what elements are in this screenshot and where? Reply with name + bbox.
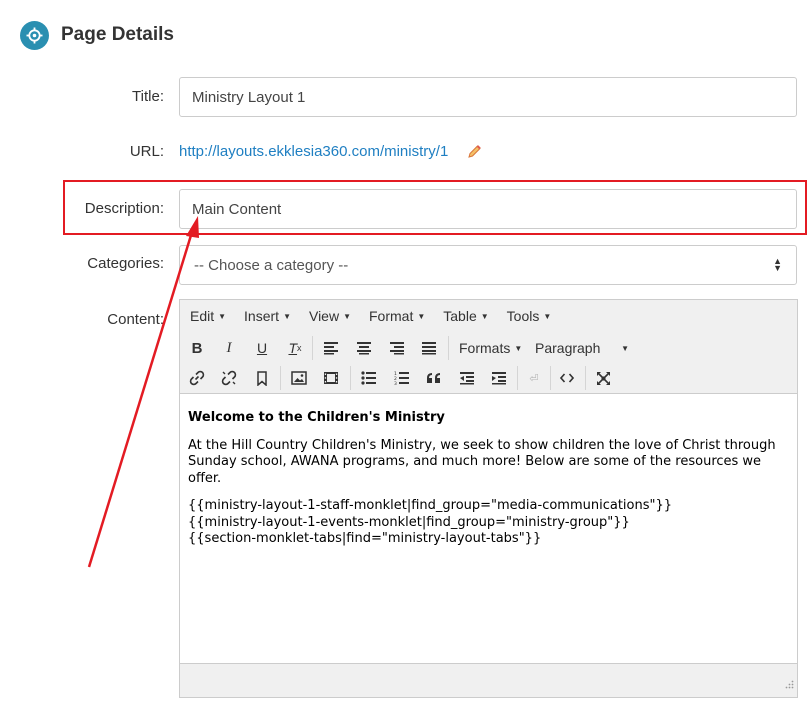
content-tag-line: {{ministry-layout-1-staff-monklet|find_g… [188, 498, 673, 513]
title-input[interactable]: Ministry Layout 1 [179, 77, 797, 117]
editor-content-area[interactable]: Welcome to the Children's Ministry At th… [180, 394, 797, 663]
align-justify-icon[interactable] [417, 336, 441, 360]
categories-label: Categories: [87, 255, 164, 272]
toolbar-separator [312, 336, 313, 360]
rich-text-editor: Edit ▼ Insert ▼ View ▼ Format ▼ Table ▼ Tools… [179, 299, 798, 698]
content-label: Content: [107, 311, 164, 328]
align-right-icon[interactable] [385, 336, 409, 360]
editor-toolbar: B I U Tx Formats ▼ Paragraph ▼ 1 2 3 ⏎ [180, 332, 797, 394]
menu-tools[interactable]: Tools ▼ [507, 308, 552, 324]
caret-down-icon: ▼ [543, 311, 552, 321]
align-center-icon[interactable] [352, 336, 376, 360]
underline-icon[interactable]: U [250, 336, 274, 360]
caret-down-icon: ▼ [621, 343, 629, 353]
menu-format[interactable]: Format ▼ [369, 308, 425, 324]
italic-icon[interactable]: I [217, 336, 241, 360]
bullet-list-icon[interactable] [357, 366, 381, 390]
caret-down-icon: ▼ [283, 311, 291, 321]
toolbar-separator [350, 366, 351, 390]
indent-icon[interactable] [487, 366, 511, 390]
link-icon[interactable] [185, 366, 209, 390]
content-tag-line: {{section-monklet-tabs|find="ministry-la… [188, 531, 542, 546]
edit-pencil-icon[interactable] [467, 144, 482, 164]
align-left-icon[interactable] [319, 336, 343, 360]
nonbreaking-icon[interactable]: ⏎ [522, 366, 546, 390]
editor-statusbar [180, 663, 797, 697]
bookmark-icon[interactable] [250, 366, 274, 390]
bold-icon[interactable]: B [185, 336, 209, 360]
svg-text:3: 3 [394, 381, 397, 385]
page-title: Page Details [61, 24, 174, 45]
categories-select[interactable]: -- Choose a category -- ▲ ▼ [179, 245, 797, 285]
select-arrows-icon: ▲ ▼ [773, 256, 782, 273]
formats-dropdown[interactable]: Formats ▼ [459, 336, 522, 360]
toolbar-separator [448, 336, 449, 360]
caret-down-icon: ▼ [417, 311, 426, 321]
toolbar-separator [517, 366, 518, 390]
toolbar-separator [280, 366, 281, 390]
menu-table[interactable]: Table ▼ [443, 308, 488, 324]
toolbar-separator [550, 366, 551, 390]
menu-insert[interactable]: Insert ▼ [244, 308, 291, 324]
categories-selected-value: -- Choose a category -- [194, 256, 349, 274]
outdent-icon[interactable] [455, 366, 479, 390]
unlink-icon[interactable] [217, 366, 241, 390]
caret-down-icon: ▼ [218, 311, 227, 321]
crosshair-icon [20, 20, 49, 50]
caret-down-icon: ▼ [480, 311, 489, 321]
toolbar-separator [585, 366, 586, 390]
caret-down-icon: ▼ [514, 343, 523, 353]
blockquote-icon[interactable] [422, 366, 446, 390]
content-tag-line: {{ministry-layout-1-events-monklet|find_… [188, 514, 630, 530]
content-heading: Welcome to the Children's Ministry [188, 410, 445, 425]
fullscreen-icon[interactable] [591, 366, 615, 390]
image-icon[interactable] [287, 366, 311, 390]
menu-edit[interactable]: Edit ▼ [190, 308, 226, 324]
url-link[interactable]: http://layouts.ekklesia360.com/ministry/… [179, 143, 448, 160]
title-input-value: Ministry Layout 1 [192, 88, 306, 106]
url-label: URL: [129, 143, 164, 160]
title-label: Title: [132, 88, 164, 105]
paragraph-dropdown[interactable]: Paragraph ▼ [535, 336, 629, 360]
editor-menubar: Edit ▼ Insert ▼ View ▼ Format ▼ Table ▼ Tools… [180, 300, 797, 332]
source-code-icon[interactable] [555, 366, 579, 390]
content-paragraph: At the Hill Country Children's Ministry,… [188, 437, 776, 486]
media-icon[interactable] [319, 366, 343, 390]
numbered-list-icon[interactable]: 123 [390, 366, 414, 390]
clear-formatting-icon[interactable]: Tx [283, 336, 307, 360]
menu-view[interactable]: View ▼ [309, 308, 351, 324]
caret-down-icon: ▼ [343, 311, 351, 321]
annotation-highlight-box [63, 180, 807, 235]
resize-handle-icon[interactable] [785, 676, 794, 694]
page-header: Page Details [20, 20, 174, 50]
